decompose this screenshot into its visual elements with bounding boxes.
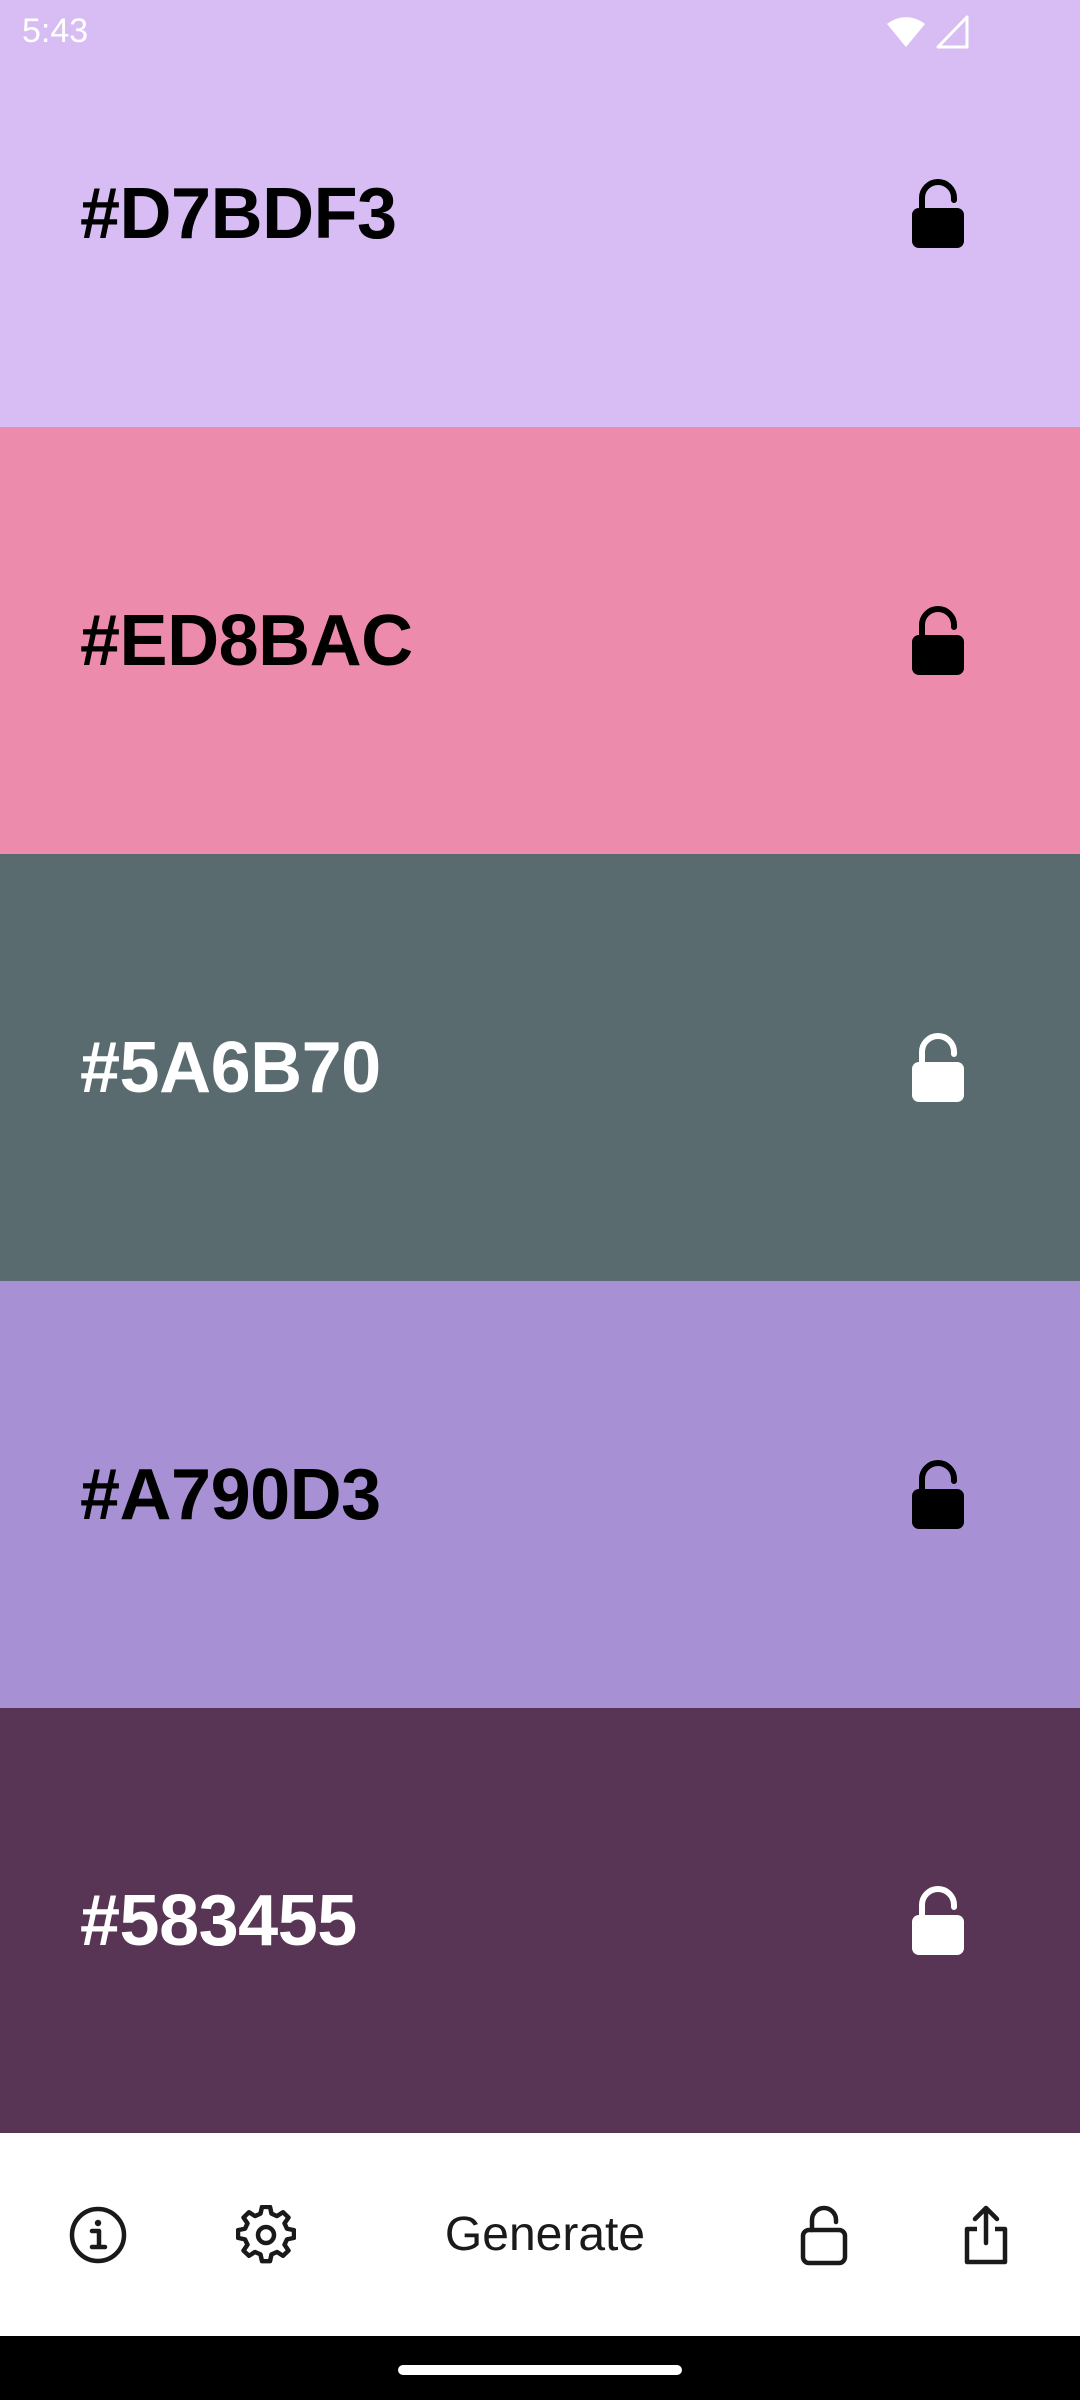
settings-button[interactable] bbox=[234, 2203, 298, 2267]
unlocked-icon[interactable] bbox=[908, 178, 968, 250]
share-button[interactable] bbox=[958, 2200, 1014, 2270]
color-swatch-5[interactable]: #583455 bbox=[0, 1708, 1080, 2133]
home-gesture-handle[interactable] bbox=[398, 2365, 682, 2375]
unlocked-icon[interactable] bbox=[908, 1032, 968, 1104]
unlocked-icon[interactable] bbox=[908, 605, 968, 677]
unlocked-icon bbox=[800, 2205, 848, 2265]
share-icon bbox=[964, 2205, 1008, 2264]
hex-code[interactable]: #D7BDF3 bbox=[80, 173, 397, 255]
gear-icon bbox=[236, 2204, 296, 2263]
bottom-toolbar: Generate bbox=[0, 2133, 1080, 2336]
hex-code[interactable]: #A790D3 bbox=[80, 1454, 381, 1536]
color-swatch-1[interactable]: #D7BDF3 bbox=[0, 0, 1080, 427]
cell-signal-icon bbox=[936, 15, 969, 49]
info-icon bbox=[69, 2206, 127, 2263]
info-button[interactable] bbox=[66, 2203, 130, 2267]
hex-code[interactable]: #5A6B70 bbox=[80, 1027, 381, 1109]
status-bar: 5:43 bbox=[0, 0, 1080, 64]
palette-screen: #D7BDF3 #ED8BAC #5A6B70 #A790D3 #583455 bbox=[0, 0, 1080, 2400]
wifi-icon bbox=[887, 17, 925, 47]
color-swatch-3[interactable]: #5A6B70 bbox=[0, 854, 1080, 1281]
color-swatch-4[interactable]: #A790D3 bbox=[0, 1281, 1080, 1708]
hex-code[interactable]: #583455 bbox=[80, 1880, 357, 1962]
generate-button[interactable]: Generate bbox=[430, 2190, 660, 2280]
unlocked-icon[interactable] bbox=[908, 1885, 968, 1957]
lock-all-button[interactable] bbox=[796, 2200, 852, 2270]
generate-label: Generate bbox=[444, 2208, 646, 2261]
status-time: 5:43 bbox=[22, 12, 89, 50]
color-swatch-2[interactable]: #ED8BAC bbox=[0, 427, 1080, 854]
status-icons bbox=[886, 12, 970, 52]
navigation-bar bbox=[0, 2336, 1080, 2400]
hex-code[interactable]: #ED8BAC bbox=[80, 600, 413, 682]
unlocked-icon[interactable] bbox=[908, 1459, 968, 1531]
